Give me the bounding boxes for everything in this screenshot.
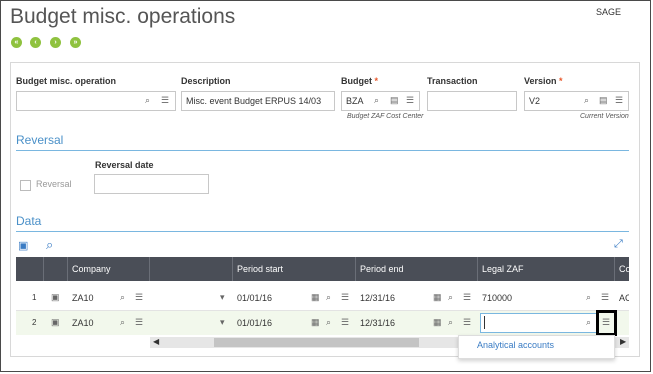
- company-cell[interactable]: ZA10: [68, 286, 94, 310]
- analytical-accounts-menu-item[interactable]: Analytical accounts: [477, 340, 554, 350]
- budget-label: Budget *: [341, 76, 379, 86]
- required-marker: *: [374, 76, 379, 86]
- text-cursor: [484, 316, 485, 329]
- next-record-icon[interactable]: ›: [50, 37, 61, 48]
- previous-record-icon[interactable]: ‹: [30, 37, 41, 48]
- first-record-icon[interactable]: «: [11, 37, 22, 48]
- version-subtext: Current Version: [580, 113, 629, 120]
- detail-icon[interactable]: ▤: [390, 95, 399, 106]
- table-header-blank[interactable]: [150, 257, 233, 281]
- table-header-legal-zaf[interactable]: Legal ZAF: [478, 257, 615, 281]
- table-header-icon-col: [44, 257, 68, 281]
- list-icon[interactable]: ☰: [463, 317, 471, 328]
- grid-settings-icon[interactable]: ▣: [18, 239, 28, 252]
- table-header-company[interactable]: Company: [68, 257, 150, 281]
- search-icon[interactable]: ⌕: [46, 237, 53, 253]
- row-detail-icon[interactable]: ▣: [51, 317, 60, 328]
- reversal-date-field[interactable]: [94, 174, 209, 194]
- company-cell[interactable]: ZA10: [68, 311, 94, 335]
- table-header-row-number: [16, 257, 44, 281]
- row-detail-icon[interactable]: ▣: [51, 292, 60, 303]
- chevron-down-icon[interactable]: ▾: [220, 292, 225, 303]
- search-icon[interactable]: ⌕: [120, 317, 125, 328]
- scroll-right-icon[interactable]: ▶: [620, 337, 626, 346]
- period-end-cell[interactable]: 12/31/16: [356, 286, 395, 310]
- budget-subtext: Budget ZAF Cost Center: [347, 113, 424, 120]
- list-icon[interactable]: ☰: [601, 292, 609, 303]
- transaction-label: Transaction: [427, 76, 478, 86]
- description-field[interactable]: Misc. event Budget ERPUS 14/03: [181, 91, 335, 111]
- reversal-checkbox-label: Reversal: [36, 179, 72, 189]
- search-icon[interactable]: ⌕: [586, 317, 591, 328]
- scroll-left-icon[interactable]: ◀: [153, 337, 159, 346]
- version-field[interactable]: V2: [524, 91, 629, 111]
- reversal-section-title: Reversal: [16, 133, 64, 147]
- data-section-title: Data: [16, 214, 42, 228]
- last-record-icon[interactable]: »: [70, 37, 81, 48]
- list-icon[interactable]: ☰: [341, 292, 349, 303]
- search-icon[interactable]: ⌕: [145, 95, 150, 106]
- data-separator: [16, 231, 629, 232]
- list-icon[interactable]: ☰: [602, 317, 610, 328]
- list-icon[interactable]: ☰: [463, 292, 471, 303]
- list-icon[interactable]: ☰: [135, 317, 143, 328]
- version-label: Version *: [524, 76, 563, 86]
- search-icon[interactable]: ⌕: [448, 292, 453, 303]
- table-row[interactable]: [16, 285, 629, 309]
- search-icon[interactable]: ⌕: [586, 292, 591, 303]
- reversal-checkbox[interactable]: [20, 180, 31, 191]
- required-marker: *: [559, 76, 563, 86]
- list-icon[interactable]: ☰: [406, 95, 414, 106]
- budget-misc-operation-label: Budget misc. operation: [16, 76, 117, 86]
- list-icon[interactable]: ☰: [341, 317, 349, 328]
- period-start-cell[interactable]: 01/01/16: [233, 286, 272, 310]
- calendar-icon[interactable]: ▦: [311, 317, 320, 328]
- detail-icon[interactable]: ▤: [599, 95, 608, 106]
- period-start-cell[interactable]: 01/01/16: [233, 311, 272, 335]
- reversal-separator: [16, 150, 629, 151]
- row-number: 2: [32, 318, 37, 327]
- calendar-icon[interactable]: ▦: [433, 292, 442, 303]
- period-end-cell[interactable]: 12/31/16: [356, 311, 395, 335]
- description-label: Description: [181, 76, 231, 86]
- row-number: 1: [32, 293, 37, 302]
- legal-zaf-input[interactable]: [480, 313, 597, 333]
- brand-label: SAGE: [595, 7, 621, 17]
- search-icon[interactable]: ⌕: [374, 95, 379, 106]
- expand-icon[interactable]: ⤢: [614, 238, 623, 251]
- calendar-icon[interactable]: ▦: [311, 292, 320, 303]
- transaction-field[interactable]: [427, 91, 517, 111]
- chevron-down-icon[interactable]: ▾: [220, 317, 225, 328]
- budget-misc-operation-field[interactable]: [16, 91, 176, 111]
- search-icon[interactable]: ⌕: [584, 95, 589, 106]
- table-header-period-start[interactable]: Period start: [233, 257, 356, 281]
- list-icon[interactable]: ☰: [135, 292, 143, 303]
- search-icon[interactable]: ⌕: [326, 317, 331, 328]
- search-icon[interactable]: ⌕: [120, 292, 125, 303]
- search-icon[interactable]: ⌕: [448, 317, 453, 328]
- calendar-icon[interactable]: ▦: [433, 317, 442, 328]
- legal-zaf-cell[interactable]: 710000: [478, 286, 512, 310]
- scrollbar-thumb[interactable]: [214, 338, 419, 347]
- list-icon[interactable]: ☰: [615, 95, 623, 106]
- list-icon[interactable]: ☰: [161, 95, 169, 106]
- search-icon[interactable]: ⌕: [326, 292, 331, 303]
- co-cell[interactable]: AC: [616, 286, 629, 310]
- reversal-date-label: Reversal date: [95, 160, 154, 170]
- table-header-period-end[interactable]: Period end: [356, 257, 478, 281]
- table-header-co[interactable]: Co: [615, 257, 631, 281]
- page-title: Budget misc. operations: [10, 5, 236, 28]
